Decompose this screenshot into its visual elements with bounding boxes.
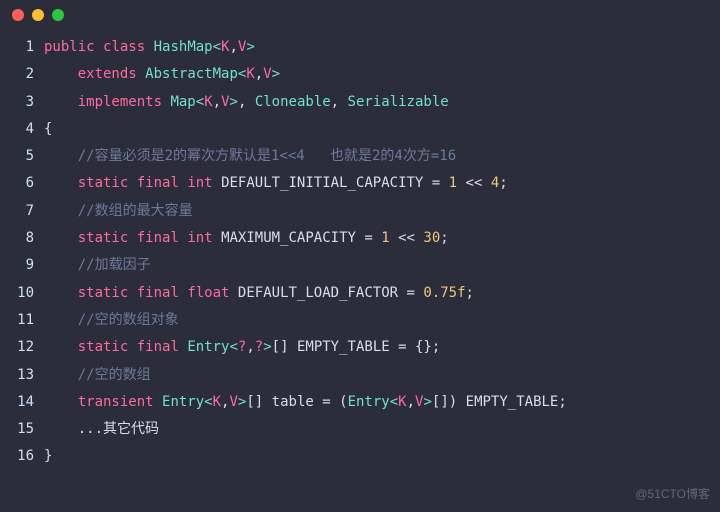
code-line: static final int DEFAULT_INITIAL_CAPACIT… <box>44 170 567 197</box>
line-number: 6 <box>0 170 34 197</box>
code-line: static final int MAXIMUM_CAPACITY = 1 <<… <box>44 225 567 252</box>
close-icon[interactable] <box>12 9 24 21</box>
line-number: 1 <box>0 34 34 61</box>
source-text: public class HashMap<K,V> extends Abstra… <box>44 34 567 471</box>
line-number: 16 <box>0 443 34 470</box>
code-line: public class HashMap<K,V> <box>44 34 567 61</box>
code-line: } <box>44 443 567 470</box>
editor-window: 12345678910111213141516 public class Has… <box>0 0 720 512</box>
code-line: //容量必须是2的幂次方默认是1<<4 也就是2的4次方=16 <box>44 143 567 170</box>
code-line: implements Map<K,V>, Cloneable, Serializ… <box>44 89 567 116</box>
code-line: //空的数组对象 <box>44 307 567 334</box>
line-number: 10 <box>0 280 34 307</box>
minimize-icon[interactable] <box>32 9 44 21</box>
code-line: ...其它代码 <box>44 416 567 443</box>
code-line: static final Entry<?,?>[] EMPTY_TABLE = … <box>44 334 567 361</box>
watermark: @51CTO博客 <box>635 483 710 506</box>
line-number: 14 <box>0 389 34 416</box>
zoom-icon[interactable] <box>52 9 64 21</box>
line-number: 9 <box>0 252 34 279</box>
line-number: 7 <box>0 198 34 225</box>
code-line: { <box>44 116 567 143</box>
line-number: 11 <box>0 307 34 334</box>
line-number: 13 <box>0 362 34 389</box>
line-number: 5 <box>0 143 34 170</box>
line-number: 4 <box>0 116 34 143</box>
line-gutter: 12345678910111213141516 <box>0 34 44 471</box>
code-area: 12345678910111213141516 public class Has… <box>0 30 720 471</box>
code-line: transient Entry<K,V>[] table = (Entry<K,… <box>44 389 567 416</box>
line-number: 3 <box>0 89 34 116</box>
code-line: //空的数组 <box>44 362 567 389</box>
line-number: 2 <box>0 61 34 88</box>
code-line: //加载因子 <box>44 252 567 279</box>
line-number: 12 <box>0 334 34 361</box>
code-line: extends AbstractMap<K,V> <box>44 61 567 88</box>
line-number: 15 <box>0 416 34 443</box>
code-line: //数组的最大容量 <box>44 198 567 225</box>
line-number: 8 <box>0 225 34 252</box>
code-line: static final float DEFAULT_LOAD_FACTOR =… <box>44 280 567 307</box>
titlebar <box>0 0 720 30</box>
